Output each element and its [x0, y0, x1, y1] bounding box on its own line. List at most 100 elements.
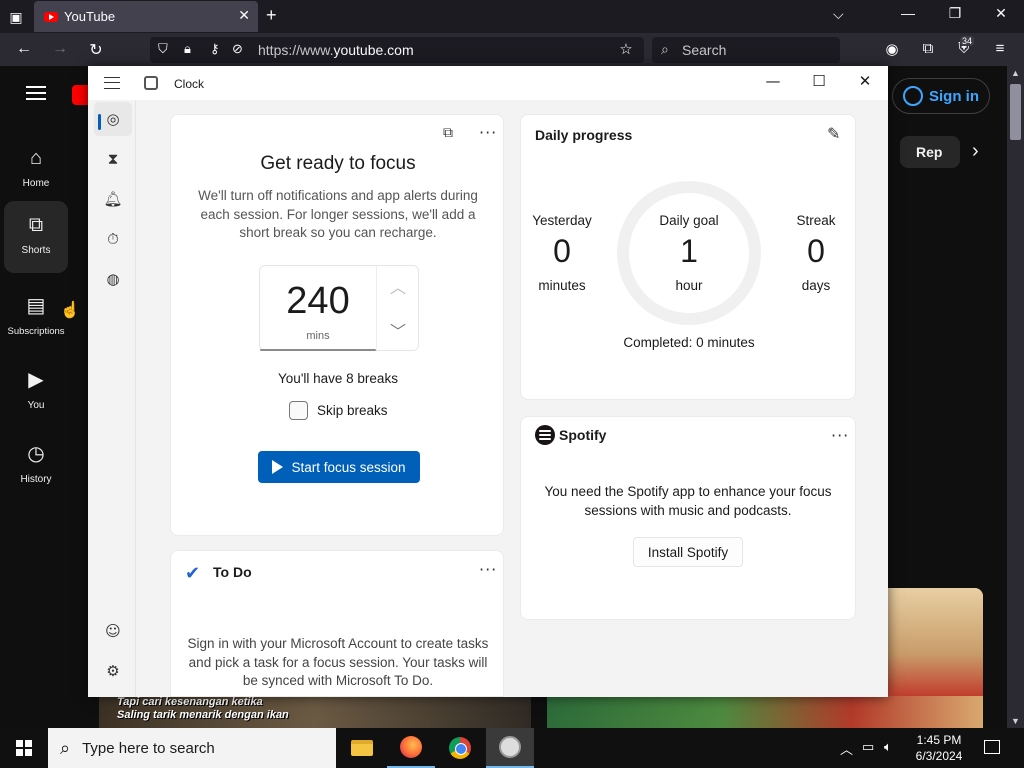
install-spotify-button[interactable]: Install Spotify — [633, 537, 743, 567]
search-bar[interactable]: ⌕ Search — [652, 37, 840, 63]
back-button[interactable]: ← — [14, 40, 34, 58]
nav-settings[interactable]: ⚙ — [94, 654, 132, 688]
more-options-icon[interactable]: ··· — [831, 426, 849, 445]
more-options-icon[interactable]: ··· — [479, 560, 497, 579]
account-icon[interactable]: ◉ — [882, 40, 902, 58]
clock-nav-menu-icon[interactable] — [104, 77, 120, 89]
folder-icon — [351, 740, 373, 756]
clock-app-icon — [144, 76, 158, 90]
firefox-taskbar-button[interactable] — [387, 728, 435, 768]
nav-stopwatch[interactable]: ⏱︎ — [94, 222, 132, 256]
clock-close-button[interactable]: ✕ — [850, 72, 880, 90]
clock-nav-rail: ◎ ⧗ 🔔︎ ⏱︎ ◍ ☺ ⚙ — [88, 100, 136, 697]
person-icon: ☺ — [105, 622, 121, 640]
start-button[interactable] — [0, 728, 48, 768]
scrollbar-thumb[interactable] — [1010, 84, 1021, 140]
tab-overflow-chevron-icon[interactable]: ⌵ — [833, 6, 844, 23]
stat-label: Daily goal — [659, 213, 719, 228]
yt-nav-shorts[interactable]: ⧉ Shorts — [4, 201, 68, 273]
scroll-down-arrow-icon[interactable]: ▼ — [1011, 716, 1020, 726]
completed-minutes: Completed: 0 minutes — [623, 335, 755, 350]
notification-center-icon[interactable] — [984, 740, 1000, 754]
focus-title: Get ready to focus — [260, 153, 416, 174]
filter-chip[interactable]: Rep — [900, 136, 960, 168]
decrease-chevron-down-icon[interactable]: ﹀ — [384, 318, 412, 342]
yt-nav-home[interactable]: ⌂ Home — [4, 134, 68, 206]
lock-icon[interactable]: 🔒︎ — [184, 41, 191, 57]
start-focus-session-button[interactable]: Start focus session — [258, 451, 420, 483]
browser-minimize-button[interactable]: — — [897, 5, 919, 21]
page-scrollbar[interactable]: ▲ ▼ — [1007, 66, 1024, 728]
yt-nav-label: History — [20, 474, 52, 485]
video-thumbnail[interactable]: Tapi cari kesenangan ketika Saling tarik… — [99, 696, 531, 728]
nav-world-clock[interactable]: ◍ — [94, 262, 132, 296]
video-thumbnail[interactable] — [547, 696, 983, 728]
yt-nav-subscriptions[interactable]: ▤ Subscriptions — [4, 282, 68, 354]
tracking-protection-shield-icon[interactable]: ⛉ — [158, 41, 168, 57]
video-thumbnail[interactable] — [887, 588, 983, 698]
duration-unit: mins — [306, 330, 330, 342]
nav-alarm[interactable]: 🔔︎ — [94, 182, 132, 216]
tab-youtube[interactable]: YouTube ✕ — [34, 1, 258, 32]
clock-taskbar-button[interactable] — [486, 728, 534, 768]
youtube-menu-icon[interactable] — [26, 86, 46, 100]
file-explorer-taskbar-button[interactable] — [338, 728, 386, 768]
app-menu-icon[interactable]: ≡ — [990, 40, 1010, 57]
focus-duration-stepper[interactable]: 240 mins ︿ ﹀ — [259, 265, 419, 352]
url-bar[interactable]: ⛉ 🔒︎ ⚷ ⊘ https://www.youtube.com — [150, 37, 644, 63]
increase-chevron-up-icon[interactable]: ︿ — [384, 274, 412, 298]
duration-value[interactable]: 240 — [260, 280, 376, 323]
reload-button[interactable]: ↻ — [86, 40, 106, 60]
chip-next-chevron-icon[interactable]: › — [972, 140, 979, 163]
browser-restore-button[interactable]: ❐ — [944, 5, 966, 22]
forward-button[interactable]: → — [50, 40, 70, 58]
daily-progress-card: Daily progress ✎ Yesterday 0 minutes Dai… — [520, 114, 856, 400]
spotify-card: Spotify ··· You need the Spotify app to … — [520, 416, 856, 620]
clock-minimize-button[interactable]: — — [758, 72, 788, 90]
compact-overlay-icon[interactable]: ⧉ — [443, 125, 453, 141]
chip-label: Rep — [916, 144, 943, 160]
daily-progress-title: Daily progress — [535, 127, 633, 143]
new-tab-button[interactable]: + — [266, 5, 277, 26]
permissions-icon[interactable]: ⚷ — [210, 41, 220, 57]
more-options-icon[interactable]: ··· — [479, 123, 497, 142]
browser-close-button[interactable]: ✕ — [990, 5, 1012, 22]
nav-account[interactable]: ☺ — [94, 614, 132, 648]
shorts-icon: ⧉ — [28, 214, 44, 236]
taskbar-search-box[interactable]: ⌕ Type here to search — [48, 728, 336, 768]
show-hidden-icons-chevron-icon[interactable]: ︿ — [840, 739, 853, 758]
mouse-cursor-icon: ☝ — [60, 302, 80, 319]
clock-maximize-button[interactable]: ☐ — [804, 72, 834, 90]
url-text[interactable]: https://www.youtube.com — [258, 42, 414, 58]
clock-title-bar[interactable]: Clock — ☐ ✕ — [88, 66, 888, 100]
close-tab-icon[interactable]: ✕ — [238, 7, 250, 24]
autoplay-blocked-icon[interactable]: ⊘ — [232, 41, 243, 57]
skip-breaks-option[interactable]: Skip breaks — [289, 401, 388, 420]
skip-breaks-checkbox[interactable] — [289, 401, 308, 420]
chrome-taskbar-button[interactable] — [436, 728, 484, 768]
bookmark-star-icon[interactable]: ☆ — [616, 40, 636, 58]
extensions-icon[interactable]: ⧉ — [918, 40, 938, 57]
sign-in-button[interactable]: Sign in — [892, 78, 990, 114]
spotify-description: You need the Spotify app to enhance your… — [544, 484, 832, 518]
stat-value: 1 — [680, 233, 698, 269]
nav-timer[interactable]: ⧗ — [94, 142, 132, 176]
stat-unit: days — [801, 278, 831, 293]
stat-value: 0 — [553, 233, 571, 269]
search-icon: ⌕ — [60, 737, 71, 758]
taskbar-clock[interactable]: 1:45 PM 6/3/2024 — [908, 732, 970, 764]
nav-focus-sessions[interactable]: ◎ — [94, 102, 132, 136]
volume-muted-icon[interactable]: 🔈︎ — [884, 739, 892, 755]
spotify-icon — [535, 425, 555, 445]
youtube-logo[interactable] — [72, 85, 88, 105]
stat-label: Yesterday — [532, 213, 592, 228]
todo-title: To Do — [213, 564, 252, 580]
skip-breaks-label[interactable]: Skip breaks — [317, 403, 388, 418]
scroll-up-arrow-icon[interactable]: ▲ — [1011, 68, 1020, 78]
yt-nav-history[interactable]: ◷ History — [4, 430, 68, 502]
yt-nav-you[interactable]: ▶ You — [4, 356, 68, 428]
network-icon[interactable]: ▭ — [862, 739, 874, 755]
list-all-tabs-icon[interactable]: ▣ — [6, 7, 26, 27]
globe-icon: ◍ — [106, 270, 120, 288]
edit-pencil-icon[interactable]: ✎ — [827, 124, 840, 143]
